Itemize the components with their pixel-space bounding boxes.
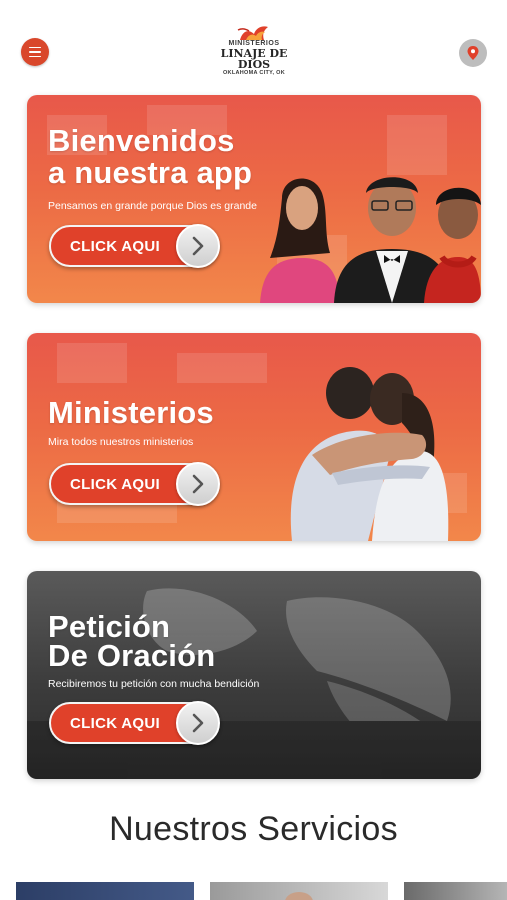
logo-sub-text: OKLAHOMA CITY, OK	[222, 70, 286, 76]
chevron-right-icon	[176, 462, 220, 506]
card-title-line-2: a nuestra app	[48, 155, 253, 190]
church-logo: MINISTERIOS LINAJE DE DIOS OKLAHOMA CITY…	[213, 22, 295, 80]
card-title-line-1: Bienvenidos	[48, 123, 235, 158]
chevron-right-icon	[176, 224, 220, 268]
card-title: Ministerios	[48, 395, 214, 430]
cta-label: CLICK AQUI	[70, 238, 160, 255]
card-subtitle: Recibiremos tu petición con mucha bendic…	[48, 678, 260, 690]
card-title-line-2: De Oración	[48, 638, 216, 673]
hamburger-menu-icon[interactable]	[21, 38, 49, 66]
services-section-title: Nuestros Servicios	[109, 810, 398, 848]
embrace-photo	[290, 367, 449, 541]
welcome-click-button[interactable]: CLICK AQUI	[49, 224, 220, 268]
app-header: MINISTERIOS LINAJE DE DIOS OKLAHOMA CITY…	[0, 0, 507, 90]
ministries-click-button[interactable]: CLICK AQUI	[49, 462, 220, 506]
ministries-card[interactable]: Ministerios Mira todos nuestros minister…	[27, 333, 481, 541]
service-card[interactable]	[404, 882, 507, 900]
pastors-photo	[260, 177, 481, 303]
service-card[interactable]	[210, 882, 388, 900]
service-card[interactable]	[16, 882, 194, 900]
prayer-click-button[interactable]: CLICK AQUI	[49, 701, 220, 745]
prayer-request-card[interactable]: Petición De Oración Recibiremos tu petic…	[27, 571, 481, 779]
cta-label: CLICK AQUI	[70, 476, 160, 493]
card-subtitle: Pensamos en grande porque Dios es grande	[48, 200, 257, 212]
card-subtitle: Mira todos nuestros ministerios	[48, 436, 194, 448]
welcome-card[interactable]: Bienvenidos a nuestra app Pensamos en gr…	[27, 95, 481, 303]
logo-main-text: LINAJE DE DIOS	[220, 47, 288, 71]
chevron-right-icon	[176, 701, 220, 745]
praying-hands-photo	[27, 588, 481, 779]
cta-label: CLICK AQUI	[70, 715, 160, 732]
map-pin-icon[interactable]	[459, 39, 487, 67]
